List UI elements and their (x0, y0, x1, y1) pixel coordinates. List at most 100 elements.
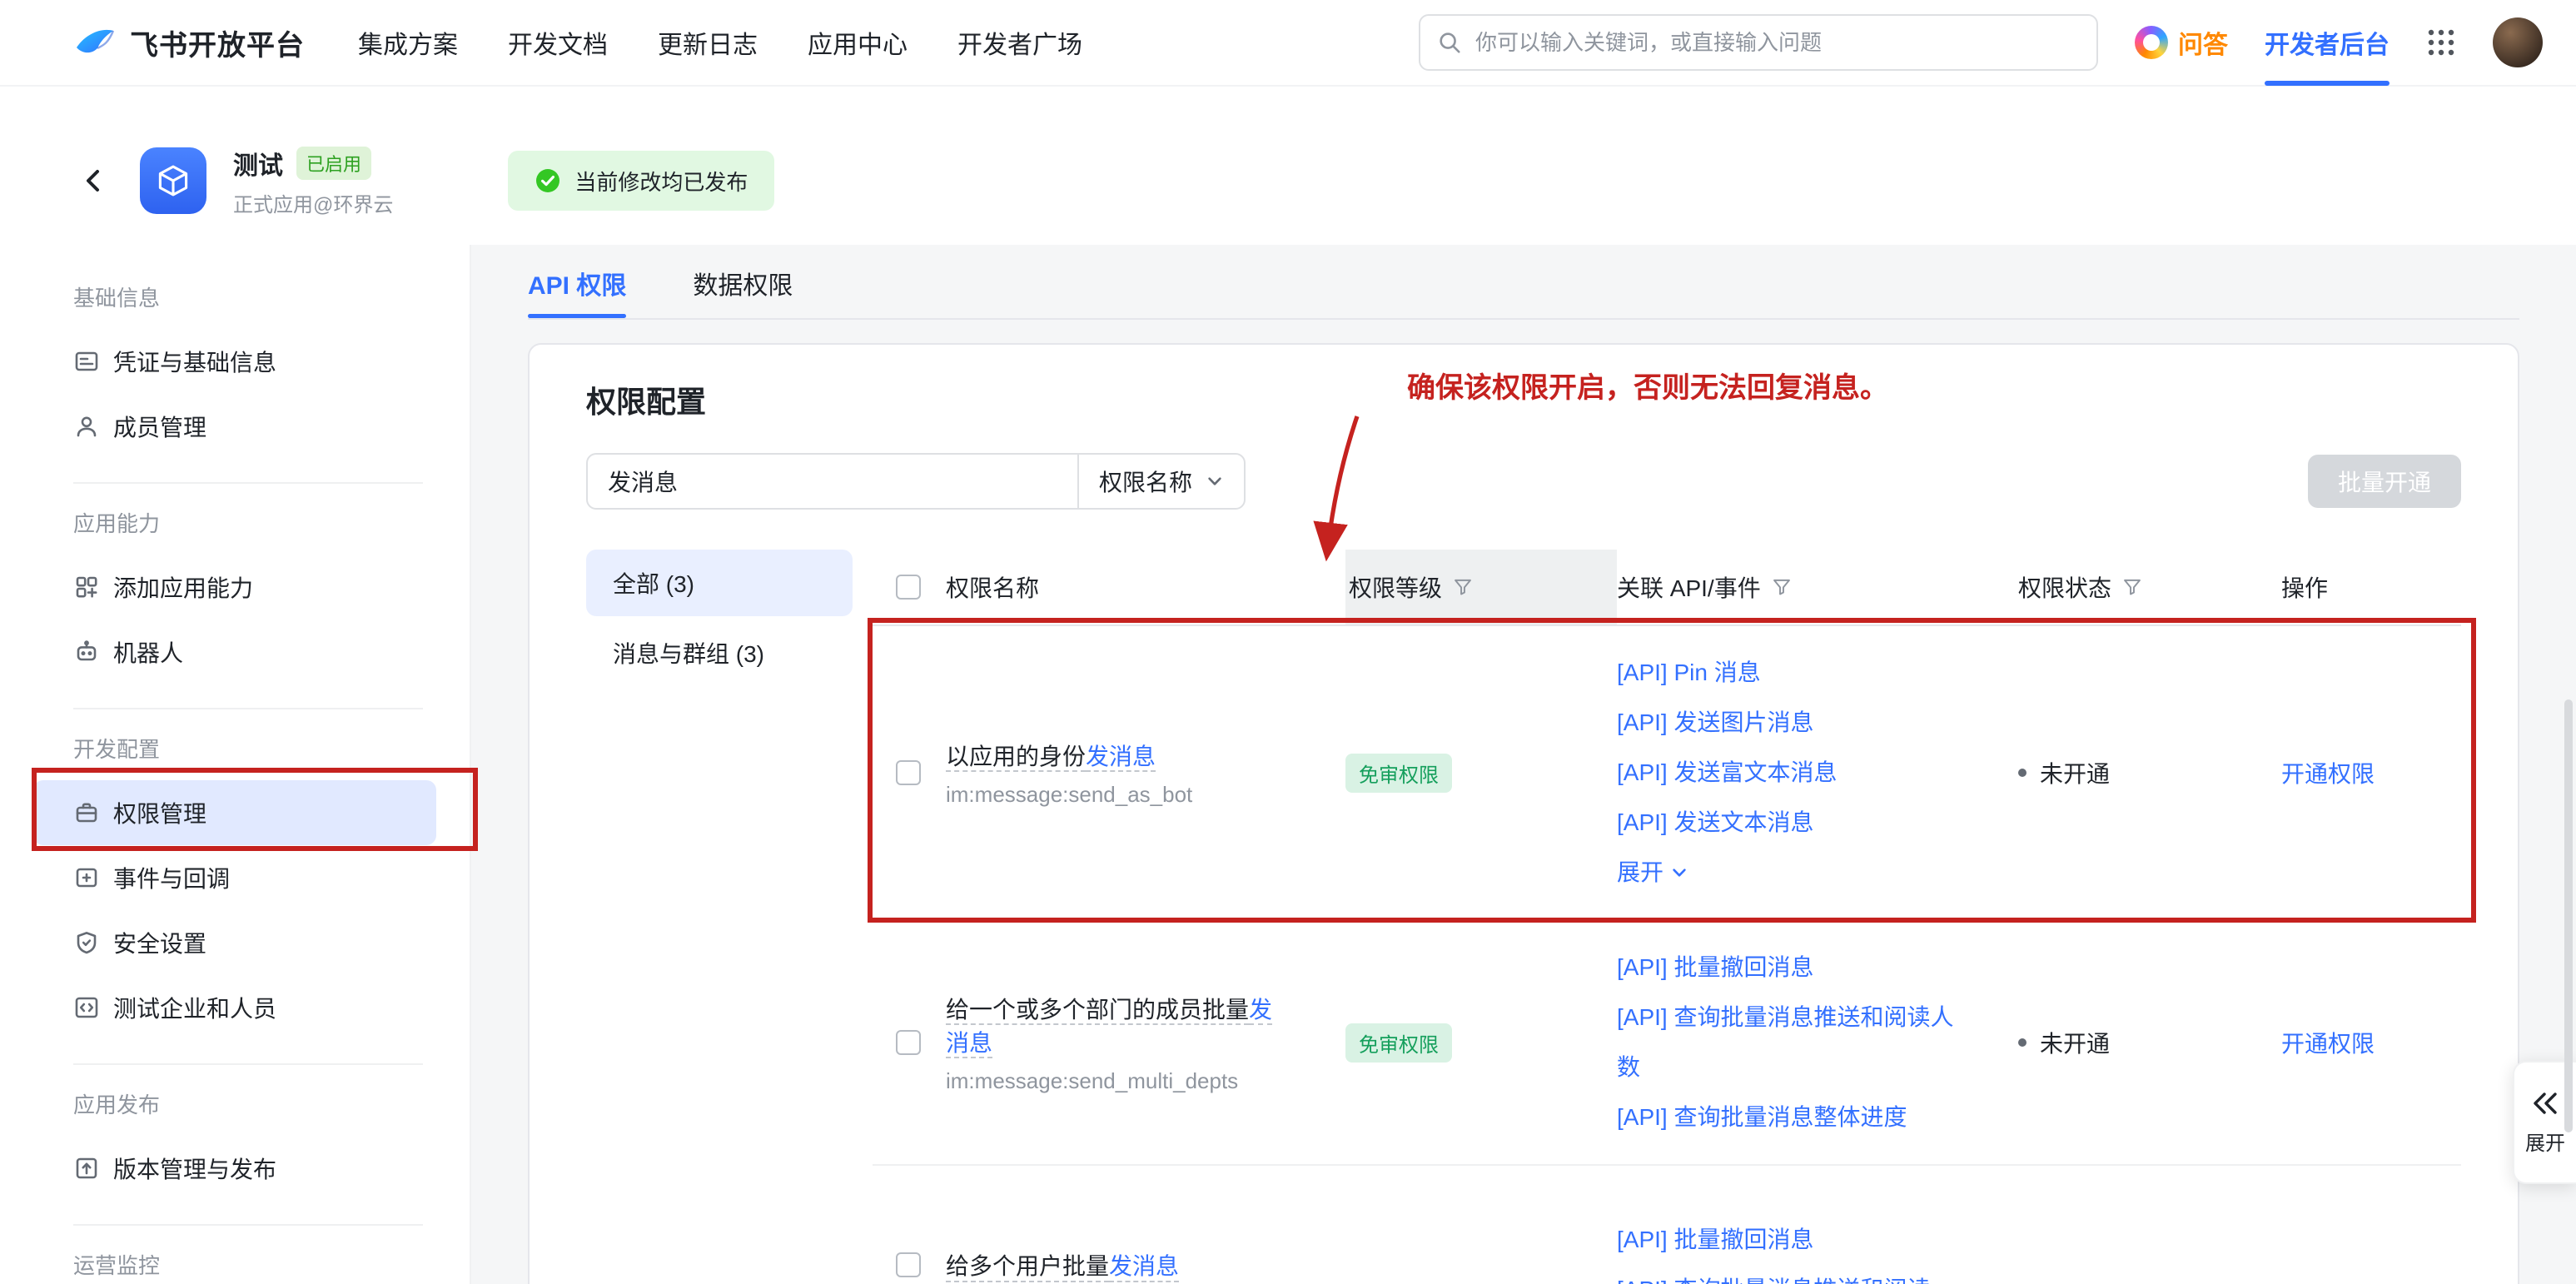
row-checkbox[interactable] (896, 760, 921, 785)
nav-console[interactable]: 开发者后台 (2265, 24, 2390, 61)
primary-nav: 集成方案 开发文档 更新日志 应用中心 开发者广场 (358, 24, 1082, 61)
sidebar-item-version-release[interactable]: 版本管理与发布 (33, 1136, 436, 1201)
section-title: 开发配置 (73, 733, 423, 764)
global-search-input[interactable] (1475, 30, 2080, 56)
nav-item-docs[interactable]: 开发文档 (508, 24, 608, 61)
user-icon (73, 413, 100, 440)
nav-item-dev-plaza[interactable]: 开发者广场 (957, 24, 1082, 61)
table-row: 以应用的身份发消息 im:message:send_as_bot 免审权限 [A… (873, 626, 2461, 921)
divider (73, 1063, 423, 1065)
filter-icon (1771, 576, 1793, 598)
qa-icon (2135, 26, 2168, 59)
tab-api-permission[interactable]: API 权限 (528, 265, 626, 318)
sidebar: 基础信息 凭证与基础信息 成员管理 应用能力 添加应用能力 (0, 245, 471, 1284)
category-all[interactable]: 全部 (3) (586, 550, 853, 616)
shield-icon (73, 929, 100, 956)
status-cell: 未开通 (2018, 756, 2281, 789)
permission-tabs: API 权限 数据权限 (528, 265, 2519, 318)
sidebar-item-events[interactable]: 事件与回调 (33, 845, 436, 910)
nav-item-integration[interactable]: 集成方案 (358, 24, 458, 61)
status-dot-icon (2018, 769, 2026, 777)
sidebar-section-basic: 基础信息 凭证与基础信息 成员管理 (0, 281, 470, 484)
permission-search-input[interactable] (586, 453, 1077, 510)
app-header: 测试 已启用 正式应用@环界云 当前修改均已发布 (0, 87, 2576, 245)
sidebar-item-label: 添加应用能力 (113, 570, 253, 604)
column-header-api[interactable]: 关联 API/事件 (1617, 550, 2018, 625)
open-permission-link[interactable]: 开通权限 (2281, 761, 2375, 787)
search-type-select[interactable]: 权限名称 (1077, 453, 1246, 510)
nav-item-changelog[interactable]: 更新日志 (658, 24, 758, 61)
permission-name: 以应用的身份发消息 (946, 744, 1156, 769)
sidebar-item-label: 权限管理 (113, 796, 206, 829)
permission-config-card: 权限配置 权限名称 批量开通 全部 (3) 消息与群组 (3) (528, 343, 2519, 1284)
filter-icon (1452, 576, 1474, 598)
sidebar-section-ops: 运营监控 (0, 1249, 470, 1280)
api-link[interactable]: [API] Pin 消息 (1617, 648, 1958, 698)
expand-apis-link[interactable]: 展开 (1617, 848, 1688, 898)
nav-item-app-center[interactable]: 应用中心 (808, 24, 908, 61)
sidebar-item-test-org[interactable]: 测试企业和人员 (33, 975, 436, 1040)
column-header-status[interactable]: 权限状态 (2018, 550, 2281, 625)
api-link[interactable]: [API] 查询批量消息推送和阅读 (1617, 1265, 1958, 1284)
sidebar-item-add-capability[interactable]: 添加应用能力 (33, 555, 436, 620)
scrollbar[interactable] (2564, 699, 2573, 1132)
section-title: 基础信息 (73, 281, 423, 312)
api-list: [API] 批量撤回消息 [API] 查询批量消息推送和阅读人数 [API] 查… (1617, 943, 2018, 1142)
global-search[interactable] (1419, 14, 2098, 71)
nav-qa[interactable]: 问答 (2135, 24, 2228, 61)
grid-plus-icon (73, 574, 100, 600)
brand[interactable]: 飞书开放平台 (73, 21, 305, 64)
sidebar-section-capability: 应用能力 添加应用能力 机器人 (0, 507, 470, 709)
sidebar-item-bot[interactable]: 机器人 (33, 620, 436, 684)
check-circle-icon (535, 167, 561, 194)
navbar-right: 问答 开发者后台 (1419, 14, 2543, 71)
category-message-group[interactable]: 消息与群组 (3) (586, 620, 853, 686)
sidebar-item-label: 事件与回调 (113, 861, 230, 894)
select-all-checkbox[interactable] (896, 575, 921, 600)
apps-grid-icon[interactable] (2426, 27, 2456, 57)
column-header-name: 权限名称 (946, 550, 1345, 625)
permission-scope-code: im:message:send_as_bot (946, 782, 1289, 808)
api-link[interactable]: [API] 查询批量消息整体进度 (1617, 1092, 1958, 1142)
sidebar-item-label: 安全设置 (113, 926, 206, 959)
tab-data-permission[interactable]: 数据权限 (693, 265, 793, 318)
back-button[interactable] (73, 161, 113, 201)
status-badge: 已启用 (296, 147, 371, 180)
feishu-logo-icon (73, 21, 117, 64)
status-text: 未开通 (2040, 1026, 2110, 1059)
api-link[interactable]: [API] 发送文本消息 (1617, 798, 1958, 848)
divider (73, 1224, 423, 1226)
open-permission-link[interactable]: 开通权限 (2281, 1031, 2375, 1057)
batch-open-button[interactable]: 批量开通 (2308, 455, 2461, 508)
sidebar-section-dev-config: 开发配置 权限管理 事件与回调 安全设置 (0, 733, 470, 1065)
api-link[interactable]: [API] 发送富文本消息 (1617, 748, 1958, 798)
table-row: 给一个或多个部门的成员批量发消息 im:message:send_multi_d… (873, 921, 2461, 1166)
column-header-level[interactable]: 权限等级 (1345, 550, 1617, 625)
sidebar-item-members[interactable]: 成员管理 (33, 394, 436, 459)
sidebar-item-label: 成员管理 (113, 410, 206, 443)
permission-search-group: 权限名称 (586, 453, 1246, 510)
section-title: 应用发布 (73, 1088, 423, 1119)
permission-scope-code: im:message:send_multi_depts (946, 1068, 1289, 1094)
sidebar-item-security[interactable]: 安全设置 (33, 910, 436, 975)
user-avatar[interactable] (2493, 17, 2543, 67)
upload-icon (73, 1155, 100, 1182)
publish-banner: 当前修改均已发布 (508, 151, 774, 211)
main-content: API 权限 数据权限 权限配置 权限名称 批量开通 (471, 245, 2576, 1284)
permission-name: 给一个或多个部门的成员批量发消息 (946, 997, 1272, 1056)
api-link[interactable]: [API] 发送图片消息 (1617, 698, 1958, 748)
search-icon (1437, 30, 1462, 55)
expand-panel-label: 展开 (2525, 1127, 2565, 1156)
top-navbar: 飞书开放平台 集成方案 开发文档 更新日志 应用中心 开发者广场 问答 开发者后… (0, 0, 2576, 87)
sidebar-item-permissions[interactable]: 权限管理 (33, 780, 436, 845)
row-checkbox[interactable] (896, 1252, 921, 1277)
code-brackets-icon (73, 994, 100, 1021)
sidebar-item-credentials[interactable]: 凭证与基础信息 (33, 329, 436, 394)
api-link[interactable]: [API] 批量撤回消息 (1617, 943, 1958, 993)
permission-name-cell: 给一个或多个部门的成员批量发消息 im:message:send_multi_d… (946, 992, 1345, 1094)
api-link[interactable]: [API] 批量撤回消息 (1617, 1215, 1958, 1265)
api-link[interactable]: [API] 查询批量消息推送和阅读人数 (1617, 993, 1958, 1092)
table-header: 权限名称 权限等级 关联 API/事件 权限状态 (873, 550, 2461, 626)
divider (528, 318, 2519, 320)
row-checkbox[interactable] (896, 1030, 921, 1055)
